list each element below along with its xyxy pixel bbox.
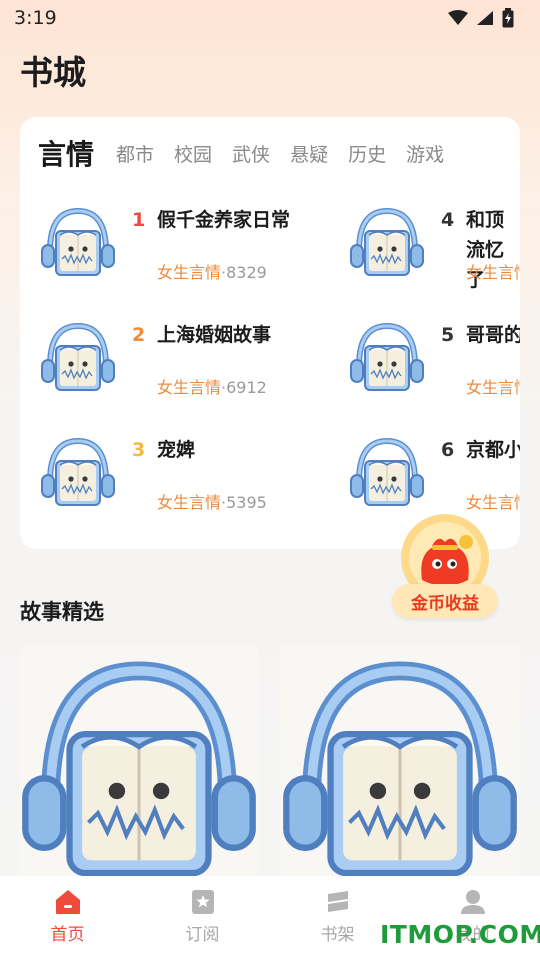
headphone-book-cover	[349, 205, 425, 285]
featured-section-title: 故事精选	[20, 600, 104, 624]
rank-category: 女生言情	[466, 493, 520, 512]
story-card[interactable]	[280, 644, 520, 884]
tab-mystery[interactable]: 悬疑	[290, 135, 328, 175]
rank-category: 女生言情	[157, 378, 222, 397]
rank-meta: 女生言情	[466, 374, 520, 398]
battery-icon	[502, 8, 514, 28]
site-watermark: ITMOP.COM	[380, 920, 540, 949]
tab-romance[interactable]: 言情	[38, 135, 94, 175]
rank-meta: 女生言情	[466, 259, 520, 283]
rank-title: 京都小	[466, 439, 520, 461]
rank-category: 女生言情	[466, 263, 520, 282]
headphone-book-cover	[280, 652, 520, 884]
page-title: 书城	[20, 53, 86, 92]
coin-earnings-label: 金币收益	[392, 584, 498, 618]
rank-item[interactable]: 2 上海婚姻故事 女生言情·6912	[40, 320, 340, 420]
nav-label: 订阅	[185, 925, 220, 945]
headphone-book-cover	[40, 320, 116, 400]
tab-history[interactable]: 历史	[348, 135, 386, 175]
rank-category: 女生言情	[157, 493, 222, 512]
tab-campus[interactable]: 校园	[174, 135, 212, 175]
tab-urban[interactable]: 都市	[116, 135, 154, 175]
wifi-icon	[448, 10, 468, 25]
rank-number: 5	[441, 324, 455, 346]
rank-title: 宠婢	[157, 439, 196, 461]
story-card[interactable]	[19, 644, 259, 884]
headphone-book-cover	[349, 435, 425, 515]
rank-item[interactable]: 4 和顶流忆了 女生言情	[349, 205, 520, 305]
headphone-book-cover	[19, 652, 259, 884]
headphone-book-cover	[349, 320, 425, 400]
tab-martial-arts[interactable]: 武侠	[232, 135, 270, 175]
ranking-card: 言情 都市 校园 武侠 悬疑 历史 游戏 1 假千金养家日常 女生言情·8329…	[20, 117, 520, 549]
home-icon	[55, 890, 80, 914]
rank-title: 上海婚姻故事	[157, 324, 272, 346]
rank-number: 2	[132, 324, 146, 346]
bookmark-star-icon	[191, 890, 214, 914]
nav-label: 首页	[50, 925, 85, 945]
bookshelf-icon	[327, 891, 348, 912]
rank-category: 女生言情	[157, 263, 222, 282]
profile-icon	[460, 890, 485, 914]
tab-game[interactable]: 游戏	[406, 135, 444, 175]
coin-earnings-badge[interactable]: 金币收益	[392, 512, 498, 618]
status-bar: 3:19	[0, 0, 540, 36]
rank-count: 5395	[226, 493, 267, 512]
rank-number: 4	[441, 209, 455, 231]
nav-subscribe[interactable]: 订阅	[135, 876, 270, 960]
rank-meta: 女生言情·6912	[157, 374, 267, 398]
rank-meta: 女生言情	[466, 489, 520, 513]
rank-number: 3	[132, 439, 146, 461]
nav-label: 书架	[320, 925, 355, 945]
rank-item[interactable]: 3 宠婢 女生言情·5395	[40, 435, 340, 535]
rank-number: 6	[441, 439, 455, 461]
rank-count: 6912	[226, 378, 267, 397]
nav-home[interactable]: 首页	[0, 876, 135, 960]
rank-meta: 女生言情·5395	[157, 489, 267, 513]
category-tabs: 言情 都市 校园 武侠 悬疑 历史 游戏	[38, 135, 464, 175]
rank-item[interactable]: 5 哥哥的 女生言情	[349, 320, 520, 420]
rank-title: 哥哥的	[466, 324, 520, 346]
signal-icon	[477, 11, 493, 25]
rank-title: 假千金养家日常	[157, 209, 291, 231]
rank-category: 女生言情	[466, 378, 520, 397]
rank-item[interactable]: 1 假千金养家日常 女生言情·8329	[40, 205, 340, 305]
headphone-book-cover	[40, 435, 116, 515]
rank-meta: 女生言情·8329	[157, 259, 267, 283]
status-icons	[448, 8, 514, 28]
headphone-book-cover	[40, 205, 116, 285]
rank-count: 8329	[226, 263, 267, 282]
rank-number: 1	[132, 209, 146, 231]
status-time: 3:19	[14, 7, 57, 29]
